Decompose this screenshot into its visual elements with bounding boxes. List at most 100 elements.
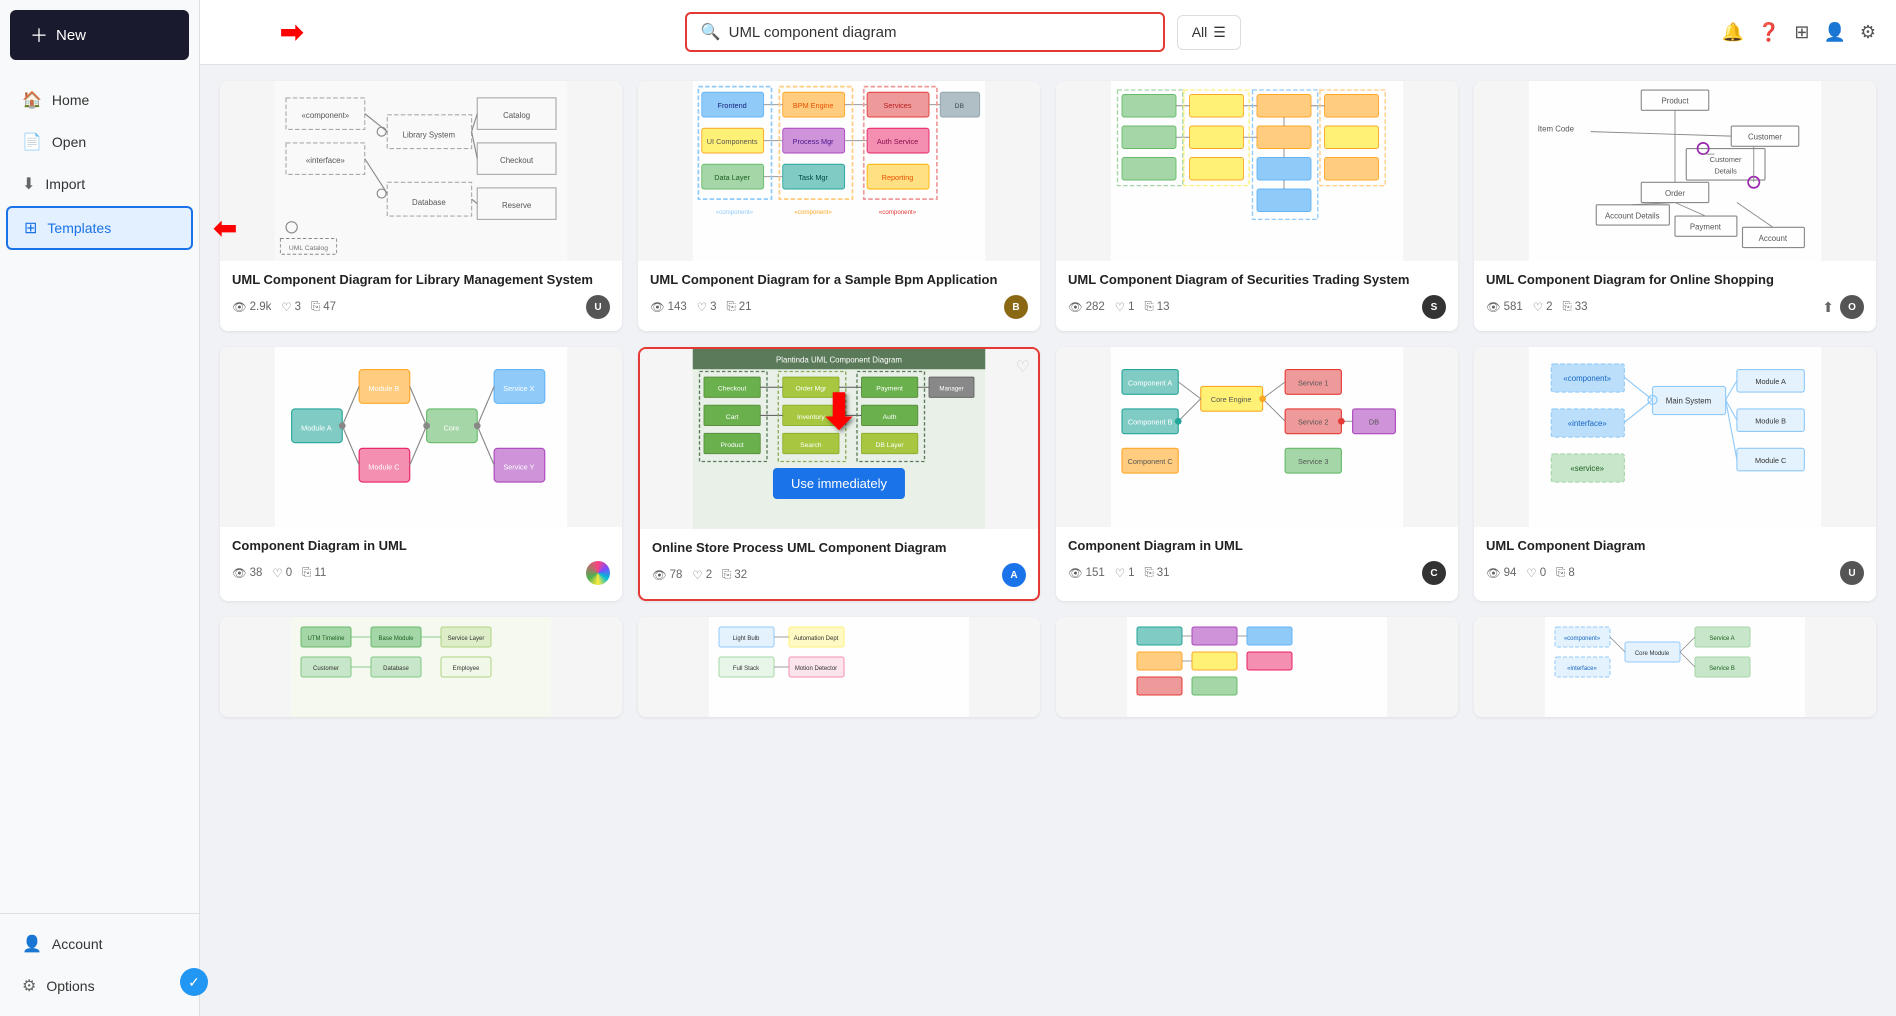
sidebar-item-home-label: Home [52, 92, 89, 108]
import-icon: ⬇ [22, 174, 35, 194]
card-partial-4[interactable]: «component» «interface» Core Module Serv… [1474, 617, 1876, 717]
sidebar-item-import-label: Import [45, 176, 85, 192]
svg-text:Module C: Module C [368, 463, 399, 472]
grid-icon[interactable]: ⊞ [1794, 22, 1809, 43]
sidebar-nav: 🏠 Home 📄 Open ⬇ Import ⊞ Templates ⬅ [0, 70, 199, 913]
views-stat: 👁 151 [1068, 566, 1105, 580]
search-box: 🔍 [685, 12, 1165, 52]
sidebar-item-templates-label: Templates [47, 220, 111, 236]
svg-text:UTM Timeline: UTM Timeline [307, 636, 345, 642]
card-online-shopping[interactable]: Product Customer Customer Details Order … [1474, 81, 1876, 331]
card-partial-2[interactable]: Light Bulb Full Stack Automation Dept Mo… [638, 617, 1040, 717]
svg-text:Account: Account [1759, 234, 1788, 243]
card-title-securities: UML Component Diagram of Securities Trad… [1068, 271, 1446, 289]
svg-text:Full Stack: Full Stack [733, 666, 760, 672]
sidebar-item-account[interactable]: 👤 Account [6, 924, 193, 964]
notification-icon[interactable]: 🔔 [1722, 22, 1744, 43]
svg-text:Service X: Service X [503, 384, 534, 393]
svg-text:Details: Details [1714, 166, 1737, 175]
svg-text:Service A: Service A [1709, 636, 1734, 642]
new-label: New [56, 27, 86, 44]
sidebar-item-home[interactable]: 🏠 Home [6, 80, 193, 120]
card-thumb-online-shopping: Product Customer Customer Details Order … [1474, 81, 1876, 261]
svg-text:Data Layer: Data Layer [714, 173, 750, 182]
card-meta-online-store: 👁 78 ♡ 2 ⎘ 32 A [652, 563, 1026, 587]
svg-text:Auth Service: Auth Service [877, 137, 918, 146]
svg-text:BPM Engine: BPM Engine [793, 101, 834, 110]
help-icon[interactable]: ❓ [1758, 22, 1780, 43]
svg-text:Order: Order [1665, 189, 1685, 198]
svg-text:Checkout: Checkout [500, 156, 534, 165]
check-badge[interactable]: ✓ [180, 968, 208, 996]
views-stat: 👁 2.9k [232, 300, 271, 314]
svg-text:Item Code: Item Code [1538, 125, 1575, 134]
card-thumb-online-store: Plantinda UML Component Diagram Checkout… [640, 349, 1038, 529]
svg-text:Main System: Main System [1666, 396, 1712, 405]
likes-stat: ♡ 3 [697, 300, 717, 314]
user-icon[interactable]: 👤 [1823, 22, 1845, 43]
likes-stat: ♡ 1 [1115, 300, 1135, 314]
card-stats-online-shopping: 👁 581 ♡ 2 ⎘ 33 [1486, 300, 1588, 314]
card-uml-library[interactable]: «component» «interface» Library System C… [220, 81, 622, 331]
svg-text:Service 2: Service 2 [1298, 418, 1328, 427]
views-stat: 👁 78 [652, 568, 682, 582]
card-online-store[interactable]: Plantinda UML Component Diagram Checkout… [638, 347, 1040, 601]
card-avatar: B [1004, 295, 1028, 319]
card-component-uml[interactable]: Module A Module B Module C Core Service … [220, 347, 622, 601]
card-component-uml2[interactable]: Component A Component B Component C Core… [1056, 347, 1458, 601]
sidebar-item-templates[interactable]: ⊞ Templates [6, 206, 193, 250]
svg-text:«component»: «component» [794, 209, 832, 216]
svg-text:«component»: «component» [1564, 636, 1601, 642]
svg-text:Reserve: Reserve [502, 201, 532, 210]
svg-text:Customer: Customer [1710, 155, 1742, 164]
svg-text:Process Mgr: Process Mgr [793, 137, 835, 146]
sidebar-item-options[interactable]: ⚙ Options [6, 966, 193, 1006]
card-avatar: O [1840, 295, 1864, 319]
copies-stat: ⎘ 8 [1556, 567, 1575, 580]
filter-button[interactable]: All ☰ [1177, 15, 1241, 50]
likes-stat: ♡ 0 [1526, 566, 1546, 580]
search-input[interactable] [729, 24, 1149, 41]
card-uml-simple[interactable]: «component» «interface» «service» Main S… [1474, 347, 1876, 601]
svg-text:Payment: Payment [1690, 223, 1722, 232]
svg-text:Motion Detector: Motion Detector [795, 666, 837, 672]
card-meta-uml-library: 👁 2.9k ♡ 3 ⎘ 47 U [232, 295, 610, 319]
heart-icon[interactable]: ♡ [1016, 357, 1030, 377]
card-securities[interactable]: UML Component Diagram of Securities Trad… [1056, 81, 1458, 331]
svg-text:Auth: Auth [883, 414, 897, 421]
card-meta-online-shopping: 👁 581 ♡ 2 ⎘ 33 ⬆ O [1486, 295, 1864, 319]
card-partial-3[interactable] [1056, 617, 1458, 717]
sidebar-bottom: 👤 Account ⚙ Options [0, 913, 199, 1016]
svg-text:Base Module: Base Module [378, 636, 414, 642]
card-avatar-gradient [586, 561, 610, 585]
svg-text:Employee: Employee [453, 666, 480, 672]
card-meta-uml-simple: 👁 94 ♡ 0 ⎘ 8 U [1486, 561, 1864, 585]
sidebar-item-open[interactable]: 📄 Open [6, 122, 193, 162]
card-stats-uml-simple: 👁 94 ♡ 0 ⎘ 8 [1486, 566, 1575, 580]
svg-text:Module C: Module C [1755, 456, 1786, 465]
card-thumb-component-uml2: Component A Component B Component C Core… [1056, 347, 1458, 527]
svg-text:Library System: Library System [403, 130, 456, 139]
svg-text:Core: Core [443, 423, 459, 432]
svg-text:Frontend: Frontend [718, 101, 747, 110]
svg-text:Module A: Module A [301, 423, 332, 432]
card-title-component-uml: Component Diagram in UML [232, 537, 610, 555]
svg-text:Service B: Service B [1709, 666, 1735, 672]
search-area: ➡ 🔍 All ☰ [220, 12, 1706, 52]
new-button[interactable]: ＋ New [10, 10, 189, 60]
scroll-top-icon[interactable]: ⬆ [1822, 299, 1834, 316]
sidebar-item-options-label: Options [46, 978, 94, 994]
template-grid: «component» «interface» Library System C… [200, 65, 1896, 1016]
svg-text:Component B: Component B [1128, 418, 1173, 427]
svg-text:Cart: Cart [726, 414, 739, 421]
sidebar-item-import[interactable]: ⬇ Import [6, 164, 193, 204]
card-bpm[interactable]: Frontend UI Components Data Layer BPM En… [638, 81, 1040, 331]
card-body-uml-simple: UML Component Diagram 👁 94 ♡ 0 ⎘ 8 U [1474, 527, 1876, 597]
main-content: ➡ 🔍 All ☰ 🔔 ❓ ⊞ 👤 ⚙ [200, 0, 1896, 1016]
likes-stat: ♡ 2 [1533, 300, 1553, 314]
use-immediately-button[interactable]: Use immediately [773, 468, 905, 499]
card-meta-component-uml2: 👁 151 ♡ 1 ⎘ 31 C [1068, 561, 1446, 585]
filter-menu-icon: ☰ [1213, 24, 1226, 41]
gear-icon[interactable]: ⚙ [1860, 22, 1876, 43]
card-partial-1[interactable]: UTM Timeline Customer Base Module Databa… [220, 617, 622, 717]
